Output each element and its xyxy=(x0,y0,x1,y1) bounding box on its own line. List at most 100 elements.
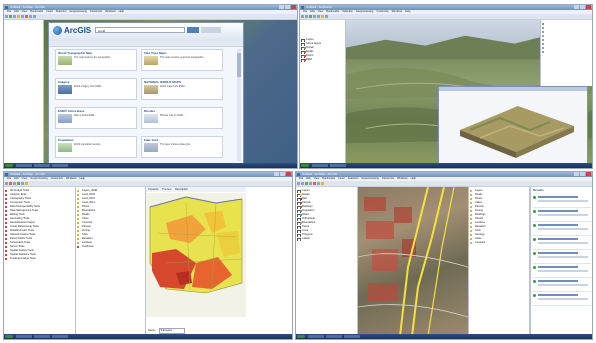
close-button[interactable] xyxy=(586,5,591,9)
tool-button[interactable] xyxy=(13,15,16,18)
menu-windows[interactable]: Windows xyxy=(105,10,116,13)
tool-button[interactable] xyxy=(5,182,8,185)
menu-windows[interactable]: Windows xyxy=(392,10,403,13)
tool-button[interactable] xyxy=(17,15,20,18)
start-button[interactable] xyxy=(297,335,305,338)
maximize-button[interactable] xyxy=(285,5,290,9)
taskbar-item[interactable] xyxy=(344,335,360,338)
menu-view[interactable]: View xyxy=(22,177,28,180)
scrollbar-thumb[interactable] xyxy=(237,53,241,77)
options-button[interactable] xyxy=(201,27,221,33)
result-entry[interactable] xyxy=(533,237,591,250)
tool-button[interactable] xyxy=(297,182,300,185)
tool-button[interactable] xyxy=(5,15,8,18)
menu-insert[interactable]: Insert xyxy=(338,177,345,180)
menu-edit[interactable]: Edit xyxy=(310,10,314,13)
map-view[interactable] xyxy=(358,187,468,334)
menu-view[interactable]: View xyxy=(22,10,28,13)
tab-preview[interactable]: Preview xyxy=(162,188,172,191)
maximize-button[interactable] xyxy=(280,172,285,176)
tool-button[interactable] xyxy=(321,182,324,185)
taskbar-item[interactable] xyxy=(330,164,346,167)
result-card[interactable]: NATIONAL WORLD MAPS World maps from ESRI.… xyxy=(141,78,223,100)
taskbar-item[interactable] xyxy=(16,335,32,338)
tool-button[interactable] xyxy=(317,182,320,185)
tab-contents[interactable]: Contents xyxy=(148,188,158,191)
menu-bookmarks[interactable]: Bookmarks xyxy=(326,10,339,13)
tool-button[interactable] xyxy=(33,15,36,18)
catalog-item[interactable]: Counties xyxy=(469,241,529,245)
taskbar-item[interactable] xyxy=(326,335,342,338)
menu-selection[interactable]: Selection xyxy=(342,10,353,13)
result-card[interactable]: World Topographic Map This map features t… xyxy=(55,49,137,71)
maximize-button[interactable] xyxy=(580,172,585,176)
menu-geoprocessing[interactable]: Geoprocessing xyxy=(30,177,47,180)
start-button[interactable] xyxy=(5,164,13,167)
result-card[interactable]: USA Topo Maps This map provides seamless … xyxy=(141,49,223,71)
menu-edit[interactable]: Edit xyxy=(306,177,310,180)
menu-geoprocessing[interactable]: Geoprocessing xyxy=(361,177,378,180)
menu-insert[interactable]: Insert xyxy=(46,10,53,13)
tool-button[interactable] xyxy=(21,182,24,185)
tool-button[interactable] xyxy=(309,182,312,185)
taskbar-item[interactable] xyxy=(312,164,328,167)
menu-help[interactable]: Help xyxy=(405,10,410,13)
tool-button[interactable] xyxy=(25,15,28,18)
menu-file[interactable]: File xyxy=(7,10,11,13)
menu-file[interactable]: File xyxy=(299,177,303,180)
taskbar-item[interactable] xyxy=(34,164,50,167)
tool-button[interactable] xyxy=(305,182,308,185)
tool-button[interactable] xyxy=(25,182,28,185)
menu-help[interactable]: Help xyxy=(80,177,85,180)
tool-button[interactable] xyxy=(325,15,328,18)
taskbar-item[interactable] xyxy=(308,335,324,338)
result-entry[interactable] xyxy=(533,195,591,208)
toc-item[interactable]: DEM xyxy=(300,58,345,62)
taskbar-item[interactable] xyxy=(52,335,68,338)
tool-button[interactable] xyxy=(305,15,308,18)
tool-button[interactable] xyxy=(317,15,320,18)
result-card[interactable]: ESRI® Africa Base Map of Africa ESRI... xyxy=(55,107,137,129)
taskbar-item[interactable] xyxy=(16,164,32,167)
toc-item[interactable]: Labels xyxy=(296,237,357,241)
tool-button[interactable] xyxy=(301,182,304,185)
menu-help[interactable]: Help xyxy=(119,10,124,13)
result-entry[interactable] xyxy=(533,293,591,306)
menu-bookmarks[interactable]: Bookmarks xyxy=(322,177,335,180)
search-input[interactable]: world xyxy=(95,27,185,33)
result-entry[interactable] xyxy=(533,265,591,278)
tool-button[interactable] xyxy=(9,182,12,185)
catalog-item[interactable]: Toolboxes xyxy=(76,245,145,249)
menu-customize[interactable]: Customize xyxy=(382,177,394,180)
panel-row[interactable] xyxy=(541,50,592,54)
menu-file[interactable]: File xyxy=(7,177,11,180)
toolbox-item[interactable]: Tracking Analyst Tools xyxy=(4,257,75,261)
scrollbar[interactable] xyxy=(237,49,241,161)
menu-help[interactable]: Help xyxy=(411,177,416,180)
taskbar-item[interactable] xyxy=(52,164,68,167)
tool-button[interactable] xyxy=(321,15,324,18)
result-card[interactable]: Population World population density... xyxy=(55,136,137,158)
result-entry[interactable] xyxy=(533,251,591,264)
3d-scene-view[interactable] xyxy=(346,20,592,163)
result-card[interactable]: Imagery World imagery from ESRI... xyxy=(55,78,137,100)
close-button[interactable] xyxy=(586,172,591,176)
menu-edit[interactable]: Edit xyxy=(14,10,18,13)
tool-button[interactable] xyxy=(21,15,24,18)
menu-windows[interactable]: Windows xyxy=(66,177,77,180)
tool-button[interactable] xyxy=(301,15,304,18)
tool-button[interactable] xyxy=(9,15,12,18)
minimize-button[interactable] xyxy=(574,172,579,176)
result-card[interactable]: Fake Grid This layer shows a fake grid... xyxy=(141,136,223,158)
tool-button[interactable] xyxy=(313,15,316,18)
layer-checkbox[interactable] xyxy=(297,238,301,241)
close-button[interactable] xyxy=(286,172,291,176)
minimize-button[interactable] xyxy=(274,172,279,176)
menu-geoprocessing[interactable]: Geoprocessing xyxy=(356,10,373,13)
close-button[interactable] xyxy=(291,5,296,9)
start-button[interactable] xyxy=(5,335,13,338)
tab-description[interactable]: Description xyxy=(175,188,188,191)
menu-customize[interactable]: Customize xyxy=(90,10,102,13)
search-button[interactable] xyxy=(187,27,199,33)
result-entry[interactable] xyxy=(533,223,591,236)
